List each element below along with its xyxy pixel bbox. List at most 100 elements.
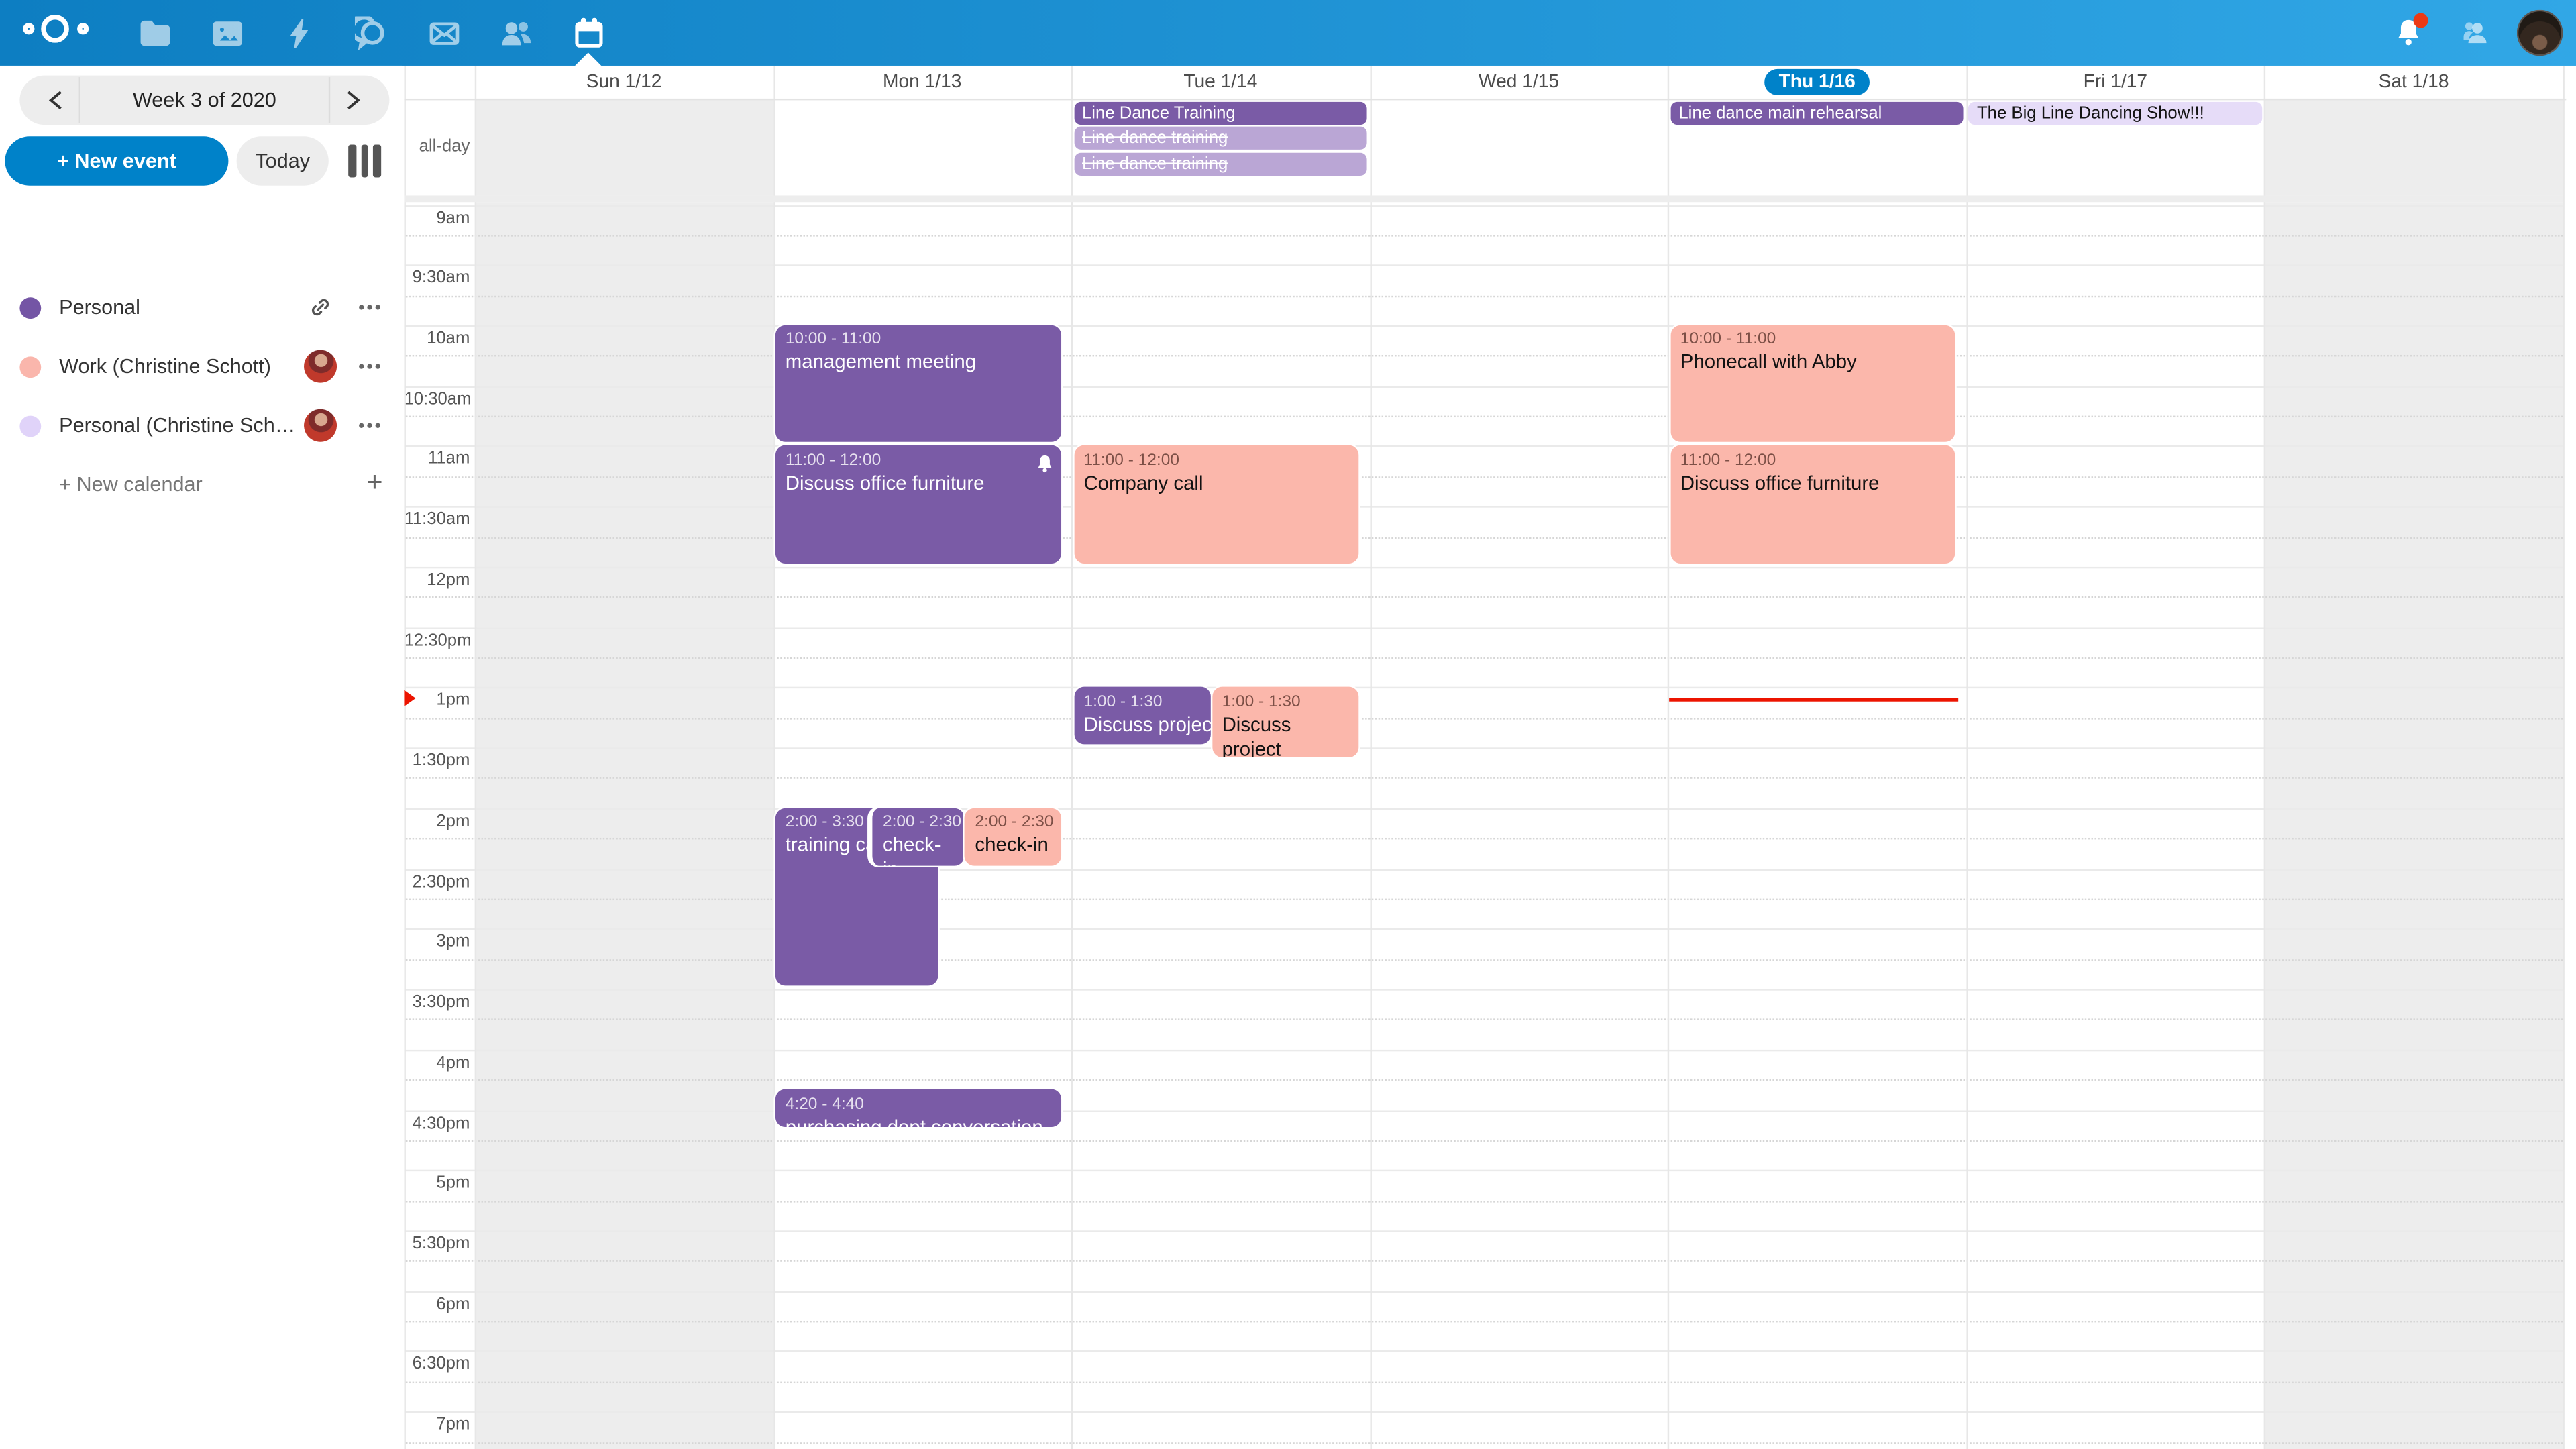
contacts-icon[interactable] bbox=[480, 0, 552, 66]
slot-minor-line bbox=[403, 838, 2563, 839]
event-time: 11:00 - 12:00 bbox=[1680, 450, 1946, 472]
time-label: 5pm bbox=[404, 1173, 470, 1193]
contacts-menu-icon[interactable] bbox=[2451, 10, 2498, 56]
week-label[interactable]: Week 3 of 2020 bbox=[92, 76, 317, 125]
time-label: 2pm bbox=[404, 811, 470, 830]
photos-icon[interactable] bbox=[191, 0, 263, 66]
new-calendar-row[interactable]: + New calendar + bbox=[0, 460, 402, 509]
slot-minor-line bbox=[403, 356, 2563, 357]
all-day-event[interactable]: Line dance training bbox=[1074, 152, 1367, 175]
slot-line bbox=[403, 506, 2563, 508]
event-title: Discuss project announcement bbox=[1222, 713, 1349, 758]
slot-minor-line bbox=[403, 597, 2563, 598]
slot-line bbox=[403, 446, 2563, 447]
slot-minor-line bbox=[403, 537, 2563, 538]
talk-bubble-icon[interactable] bbox=[335, 0, 408, 66]
plus-icon[interactable]: + bbox=[366, 460, 382, 509]
column-border bbox=[1966, 66, 1968, 1449]
all-day-label: all-day bbox=[404, 136, 470, 156]
time-label: 1:30pm bbox=[404, 751, 470, 770]
slot-line bbox=[403, 1049, 2563, 1051]
day-header[interactable]: Tue 1/14 bbox=[1071, 66, 1370, 98]
lightning-icon[interactable] bbox=[263, 0, 335, 66]
view-switcher-icon[interactable] bbox=[348, 145, 380, 178]
time-label: 9am bbox=[404, 208, 470, 227]
event[interactable]: 11:00 - 12:00Discuss office furniture bbox=[1670, 446, 1955, 564]
calendar-list-item[interactable]: Personal bbox=[0, 278, 402, 337]
all-day-event[interactable]: Line dance main rehearsal bbox=[1670, 101, 1964, 124]
column-border bbox=[2563, 66, 2564, 1449]
slot-minor-line bbox=[403, 657, 2563, 659]
event[interactable]: 2:00 - 2:30check-in bbox=[869, 808, 963, 865]
day-header[interactable]: Wed 1/15 bbox=[1370, 66, 1668, 98]
nextcloud-logo-icon[interactable] bbox=[23, 11, 105, 54]
new-event-button[interactable]: + New event bbox=[5, 136, 228, 185]
header-bottom-border bbox=[403, 98, 2565, 99]
time-label: 11:30am bbox=[404, 510, 470, 529]
event-time: 11:00 - 12:00 bbox=[786, 450, 1051, 472]
weekend-shade bbox=[2265, 98, 2563, 195]
event[interactable]: 11:00 - 12:00Discuss office furniture bbox=[775, 446, 1061, 564]
event[interactable]: 10:00 - 11:00Phonecall with Abby bbox=[1670, 325, 1955, 443]
new-calendar-label[interactable]: + New calendar bbox=[59, 460, 203, 509]
event[interactable]: 1:00 - 1:30Discuss project ann bbox=[1074, 688, 1211, 745]
all-day-event[interactable]: Line Dance Training bbox=[1074, 101, 1367, 124]
mail-icon[interactable] bbox=[407, 0, 480, 66]
more-options-icon[interactable] bbox=[356, 413, 382, 439]
slot-line bbox=[403, 386, 2563, 387]
slot-minor-line bbox=[403, 959, 2563, 960]
slot-line bbox=[403, 748, 2563, 749]
time-label: 12pm bbox=[404, 570, 470, 590]
calendar-list-item[interactable]: Work (Christine Schott) bbox=[0, 337, 402, 396]
event-title: purchasing dept conversation bbox=[786, 1115, 1051, 1126]
event[interactable]: 2:00 - 2:30check-in bbox=[965, 808, 1061, 865]
day-header[interactable]: Sat 1/18 bbox=[2265, 66, 2563, 98]
folder-icon[interactable] bbox=[118, 0, 191, 66]
next-week-button[interactable] bbox=[337, 85, 366, 115]
event[interactable]: 1:00 - 1:30Discuss project announcement bbox=[1212, 688, 1359, 758]
nextcloud-calendar-app: 9am9:30am10am10:30am11am11:30am12pm12:30… bbox=[0, 0, 2576, 1449]
slot-line bbox=[403, 205, 2563, 206]
column-border bbox=[1668, 66, 1669, 1449]
slot-line bbox=[403, 627, 2563, 629]
slot-line bbox=[403, 325, 2563, 327]
user-avatar[interactable] bbox=[2517, 10, 2563, 56]
slot-line bbox=[403, 688, 2563, 689]
day-header[interactable]: Mon 1/13 bbox=[773, 66, 1071, 98]
share-link-icon[interactable] bbox=[307, 294, 333, 320]
event-title: Discuss project ann bbox=[1083, 713, 1201, 738]
day-header[interactable]: Fri 1/17 bbox=[1966, 66, 2265, 98]
day-header[interactable]: Thu 1/16 bbox=[1668, 66, 1966, 98]
day-header-label: Fri 1/17 bbox=[2084, 72, 2148, 91]
top-navigation-bar bbox=[0, 0, 2576, 66]
time-label: 2:30pm bbox=[404, 871, 470, 891]
weekend-shade bbox=[475, 98, 773, 195]
calendar-name: Personal (Christine Schott) bbox=[59, 396, 302, 455]
owner-avatar bbox=[304, 409, 337, 442]
previous-week-button[interactable] bbox=[43, 85, 72, 115]
event[interactable]: 10:00 - 11:00management meeting bbox=[775, 325, 1061, 443]
bell-icon[interactable] bbox=[2385, 10, 2432, 56]
event-title: check-in bbox=[975, 833, 1051, 858]
day-header-label: Tue 1/14 bbox=[1183, 72, 1257, 91]
slot-minor-line bbox=[403, 235, 2563, 236]
event-time: 10:00 - 11:00 bbox=[786, 329, 1051, 351]
time-label: 6pm bbox=[404, 1294, 470, 1313]
app-menu bbox=[118, 0, 624, 66]
time-label: 6:30pm bbox=[404, 1354, 470, 1374]
more-options-icon[interactable] bbox=[356, 354, 382, 380]
sidebar: Week 3 of 2020 + New event Today Persona… bbox=[0, 66, 402, 1449]
event-title: check-in bbox=[883, 833, 954, 865]
today-button[interactable]: Today bbox=[237, 136, 329, 185]
event[interactable]: 11:00 - 12:00Company call bbox=[1074, 446, 1359, 564]
calendar-list-item[interactable]: Personal (Christine Schott) bbox=[0, 396, 402, 455]
time-label: 10:30am bbox=[404, 389, 470, 409]
event[interactable]: 4:20 - 4:40purchasing dept conversation bbox=[775, 1089, 1061, 1126]
all-day-event[interactable]: Line dance training bbox=[1074, 127, 1367, 150]
slot-minor-line bbox=[403, 1381, 2563, 1383]
more-options-icon[interactable] bbox=[356, 294, 382, 320]
all-day-event[interactable]: The Big Line Dancing Show!!! bbox=[1969, 101, 2262, 124]
day-header[interactable]: Sun 1/12 bbox=[475, 66, 773, 98]
event-time: 11:00 - 12:00 bbox=[1083, 450, 1349, 472]
slot-line bbox=[403, 1351, 2563, 1352]
